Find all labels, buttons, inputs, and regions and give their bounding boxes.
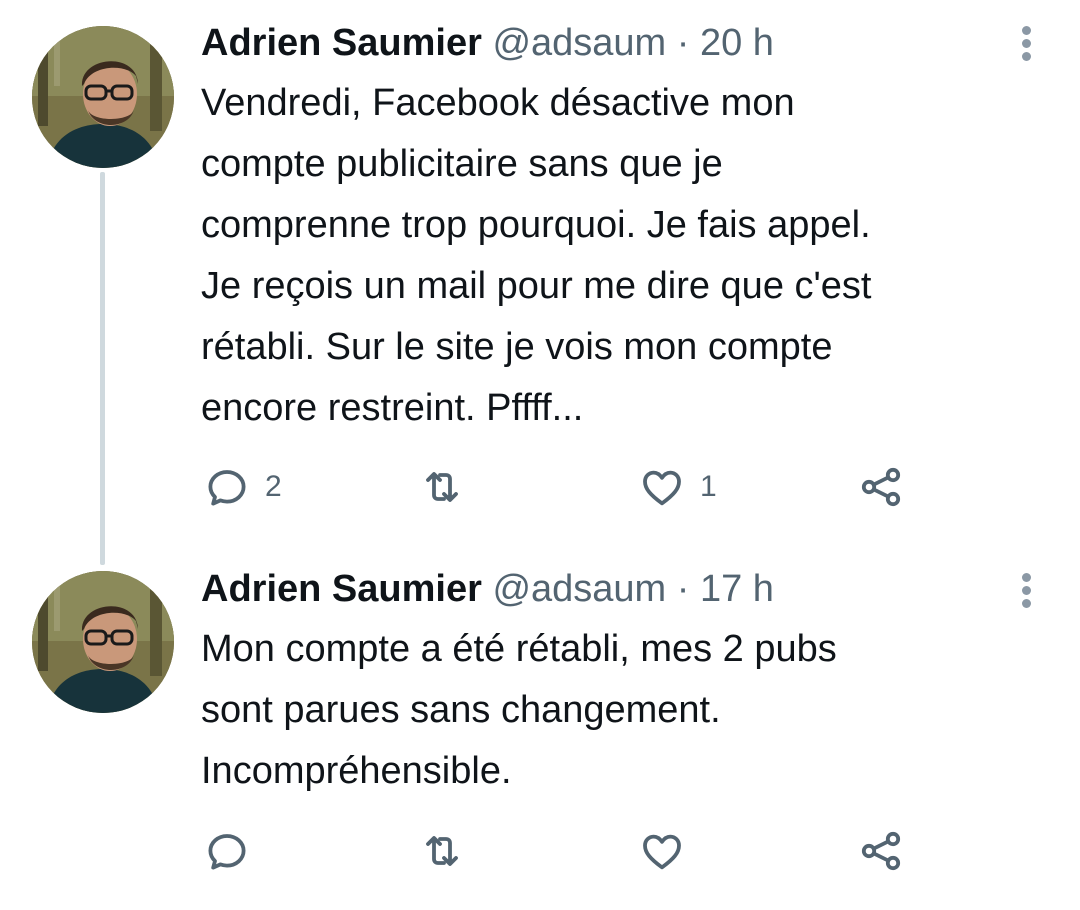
tweet-text: Vendredi, Facebook désactive mon compte … — [201, 73, 1051, 439]
avatar[interactable] — [32, 26, 174, 168]
tweet-timestamp[interactable]: 20 h — [700, 22, 774, 64]
share-button[interactable] — [857, 827, 905, 875]
tweet-text-line: comprenne trop pourquoi. Je fais appel. — [201, 204, 871, 246]
retweet-icon — [426, 472, 458, 502]
author-handle[interactable]: @adsaum — [492, 568, 666, 610]
heart-icon — [643, 470, 681, 506]
tweet-text: Mon compte a été rétabli, mes 2 pubs son… — [201, 619, 1051, 802]
tweet-text-line: Mon compte a été rétabli, mes 2 pubs — [201, 628, 837, 670]
like-button[interactable] — [638, 827, 700, 875]
reply-button[interactable] — [203, 827, 265, 875]
tweet-text-line: compte publicitaire sans que je — [201, 143, 723, 185]
tweet-text-line: encore restreint. Pffff... — [201, 387, 584, 429]
header-separator: · — [676, 568, 690, 610]
tweet-text-line: Vendredi, Facebook désactive mon — [201, 82, 795, 124]
avatar-photo — [32, 26, 174, 168]
like-button[interactable]: 1 — [638, 463, 717, 511]
tweet-text-line: Je reçois un mail pour me dire que c'est — [201, 265, 872, 307]
avatar[interactable] — [32, 571, 174, 713]
more-vertical-icon — [1014, 573, 1038, 608]
author-handle[interactable]: @adsaum — [492, 22, 666, 64]
retweet-button[interactable] — [418, 827, 480, 875]
share-button[interactable] — [857, 463, 905, 511]
tweet-text-line: sont parues sans changement. — [201, 689, 721, 731]
tweet-header: Adrien Saumier @adsaum · 17 h — [201, 563, 774, 615]
tweet-header: Adrien Saumier @adsaum · 20 h — [201, 17, 774, 69]
more-vertical-icon — [1014, 26, 1038, 61]
reply-icon — [208, 834, 246, 870]
tweet-timestamp[interactable]: 17 h — [700, 568, 774, 610]
author-name[interactable]: Adrien Saumier — [201, 22, 482, 64]
author-name[interactable]: Adrien Saumier — [201, 568, 482, 610]
reply-icon — [208, 470, 246, 506]
heart-icon — [643, 834, 681, 870]
tweet[interactable]: Adrien Saumier @adsaum · 17 h Mon compte… — [0, 565, 1080, 910]
more-options-button[interactable] — [1014, 573, 1038, 613]
more-options-button[interactable] — [1014, 26, 1038, 66]
avatar-photo — [32, 571, 174, 713]
reply-button[interactable]: 2 — [203, 463, 282, 511]
tweet-actions — [0, 827, 1080, 875]
like-count: 1 — [700, 470, 717, 503]
tweet-text-line: Incompréhensible. — [201, 750, 512, 792]
retweet-button[interactable] — [418, 463, 480, 511]
tweet[interactable]: Adrien Saumier @adsaum · 20 h Vendredi, … — [0, 0, 1080, 560]
retweet-icon — [426, 836, 458, 866]
reply-count: 2 — [265, 470, 282, 503]
header-separator: · — [676, 22, 690, 64]
tweet-actions: 2 1 — [0, 463, 1080, 511]
tweet-text-line: rétabli. Sur le site je vois mon compte — [201, 326, 833, 368]
share-icon — [861, 831, 901, 871]
share-icon — [861, 467, 901, 507]
